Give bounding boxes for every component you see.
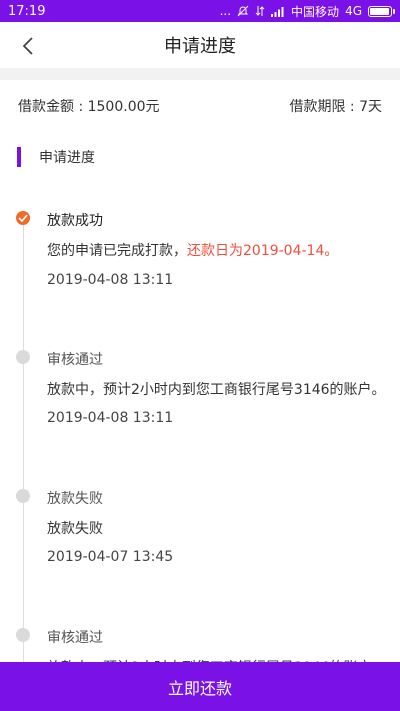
timeline-desc: 您的申请已完成打款，还款日为2019-04-14。: [47, 240, 338, 260]
battery-level: [370, 7, 389, 15]
timeline-time: 2019-04-07 13:45: [47, 549, 174, 565]
carrier-name: 中国移动: [291, 4, 340, 19]
loan-term: 借款期限 : 7天: [289, 99, 382, 115]
check-circle-icon: [16, 211, 30, 225]
pending-dot-icon: [16, 350, 30, 364]
signal-icon: [271, 6, 285, 17]
page-title: 申请进度: [164, 36, 236, 57]
timeline-time: 2019-04-08 13:11: [47, 272, 174, 288]
repay-date-highlight: 还款日为2019-04-14。: [187, 243, 339, 259]
timeline-title: 审核通过: [47, 630, 103, 646]
chevron-left-icon: [22, 37, 33, 55]
loan-summary: 借款金额 : 1500.00元 借款期限 : 7天: [0, 80, 400, 132]
pending-dot-icon: [16, 489, 30, 503]
timeline-time: 2019-04-08 13:11: [47, 410, 174, 426]
timeline-line: [23, 218, 24, 678]
data-transfer-icon: [255, 5, 265, 17]
divider-strip: [0, 68, 400, 80]
back-button[interactable]: [14, 32, 42, 60]
status-time: 17:19: [8, 3, 46, 19]
notification-dots: ...: [219, 4, 232, 18]
timeline-title: 放款成功: [47, 213, 103, 229]
timeline-desc-text: 您的申请已完成打款，: [47, 243, 187, 259]
timeline-title: 放款失败: [47, 491, 103, 507]
timeline-title: 审核通过: [47, 352, 103, 368]
section-title: 申请进度: [39, 150, 95, 166]
repay-now-button[interactable]: 立即还款: [0, 662, 400, 711]
mute-bell-icon: [237, 5, 249, 17]
loan-amount: 借款金额 : 1500.00元: [18, 99, 160, 115]
nav-header: 申请进度: [0, 22, 400, 68]
network-type: 4G: [345, 4, 362, 18]
timeline-desc: 放款失败: [47, 521, 103, 537]
pending-dot-icon: [16, 628, 30, 642]
section-header: 申请进度: [17, 146, 95, 168]
status-indicators: ... 中国移动 4G: [219, 3, 395, 20]
timeline-desc: 放款中，预计2小时内到您工商银行尾号3146的账户。: [47, 382, 386, 398]
status-bar: 17:19 ... 中国移动 4G: [0, 0, 400, 22]
battery-icon: [368, 5, 395, 17]
section-accent-bar: [17, 147, 21, 167]
